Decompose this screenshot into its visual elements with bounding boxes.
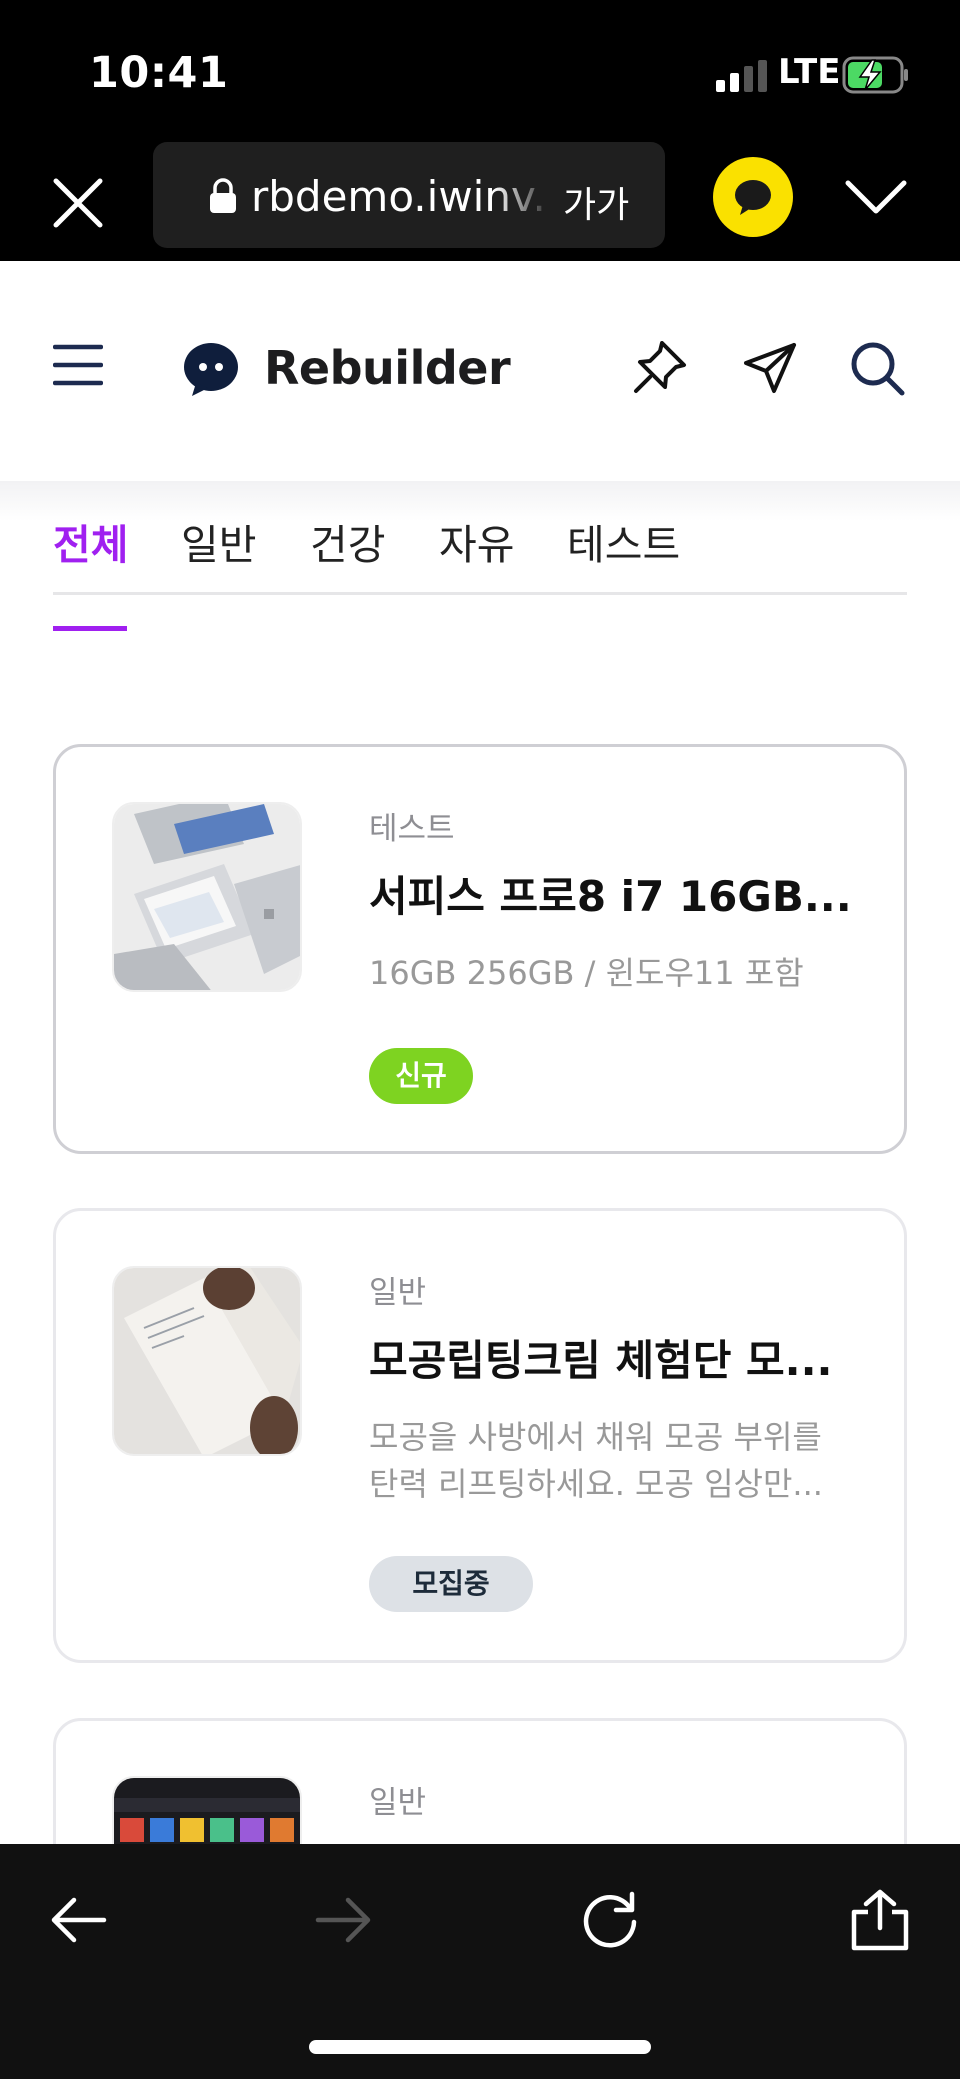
active-tab-indicator (53, 626, 127, 631)
status-badge: 신규 (369, 1048, 473, 1104)
status-badge: 모집중 (369, 1556, 533, 1612)
search-icon[interactable] (848, 339, 906, 397)
post-card[interactable]: 일반 (53, 1718, 907, 1844)
post-thumbnail (112, 802, 302, 992)
post-category: 일반 (369, 1785, 427, 1821)
url-fade (493, 142, 553, 248)
post-card[interactable]: 테스트 서피스 프로8 i7 16GB... 16GB 256GB / 윈도우1… (53, 744, 907, 1154)
chevron-down-icon[interactable] (844, 175, 908, 219)
post-category: 테스트 (369, 811, 455, 847)
cream-tube-image (114, 1268, 300, 1454)
tab-free[interactable]: 자유 (439, 511, 514, 571)
post-description: 모공을 사방에서 채워 모공 부위를 탄력 리프팅하세요. 모공 임상만... (369, 1418, 823, 1503)
tab-general[interactable]: 일반 (181, 511, 256, 571)
status-time: 10:41 (89, 48, 229, 98)
kakao-talk-button[interactable] (713, 157, 793, 237)
reload-icon[interactable] (578, 1888, 642, 1952)
tab-test[interactable]: 테스트 (567, 511, 680, 571)
back-arrow-icon[interactable] (46, 1888, 110, 1952)
category-tabs: 전체 일반 건강 자유 테스트 (53, 511, 907, 595)
send-icon[interactable] (742, 341, 798, 395)
post-thumbnail (112, 1266, 302, 1456)
tv-screen-image (114, 1778, 300, 1844)
forward-arrow-icon[interactable] (312, 1888, 376, 1952)
network-type: LTE (778, 52, 841, 92)
close-icon[interactable] (50, 175, 106, 231)
url-bar[interactable]: rbdemo.iwinv. 가가 (153, 142, 665, 248)
post-description: 16GB 256GB / 윈도우11 포함 (369, 954, 804, 992)
site-logo-text[interactable]: Rebuilder (264, 341, 511, 395)
tab-all[interactable]: 전체 (53, 511, 128, 571)
browser-toolbar: rbdemo.iwinv. 가가 (0, 140, 960, 261)
share-icon[interactable] (848, 1888, 912, 1952)
logo-icon[interactable] (182, 341, 240, 397)
kakao-talk-icon (735, 180, 771, 215)
status-bar: 10:41 LTE (0, 0, 960, 140)
text-size-button[interactable]: 가가 (563, 176, 629, 228)
post-thumbnail (112, 1776, 302, 1844)
tab-health[interactable]: 건강 (310, 511, 385, 571)
browser-bottom-bar (0, 1844, 960, 2079)
post-card[interactable]: 일반 모공립팅크림 체험단 모... 모공을 사방에서 채워 모공 부위를 탄력… (53, 1208, 907, 1663)
laptop-image (114, 804, 300, 990)
battery-charging-icon (842, 56, 908, 94)
post-title[interactable]: 서피스 프로8 i7 16GB... (369, 863, 852, 924)
pin-icon[interactable] (632, 339, 688, 395)
cellular-signal-icon (716, 60, 767, 92)
site-header: Rebuilder (0, 261, 960, 481)
menu-icon[interactable] (53, 343, 103, 387)
post-title[interactable]: 모공립팅크림 체험단 모... (369, 1327, 833, 1388)
web-page: Rebuilder 전체 일반 건강 자유 테스트 테스트 서피스 프로8 i7… (0, 261, 960, 1844)
post-category: 일반 (369, 1275, 427, 1311)
lock-icon (210, 178, 236, 213)
home-indicator[interactable] (309, 2040, 651, 2054)
